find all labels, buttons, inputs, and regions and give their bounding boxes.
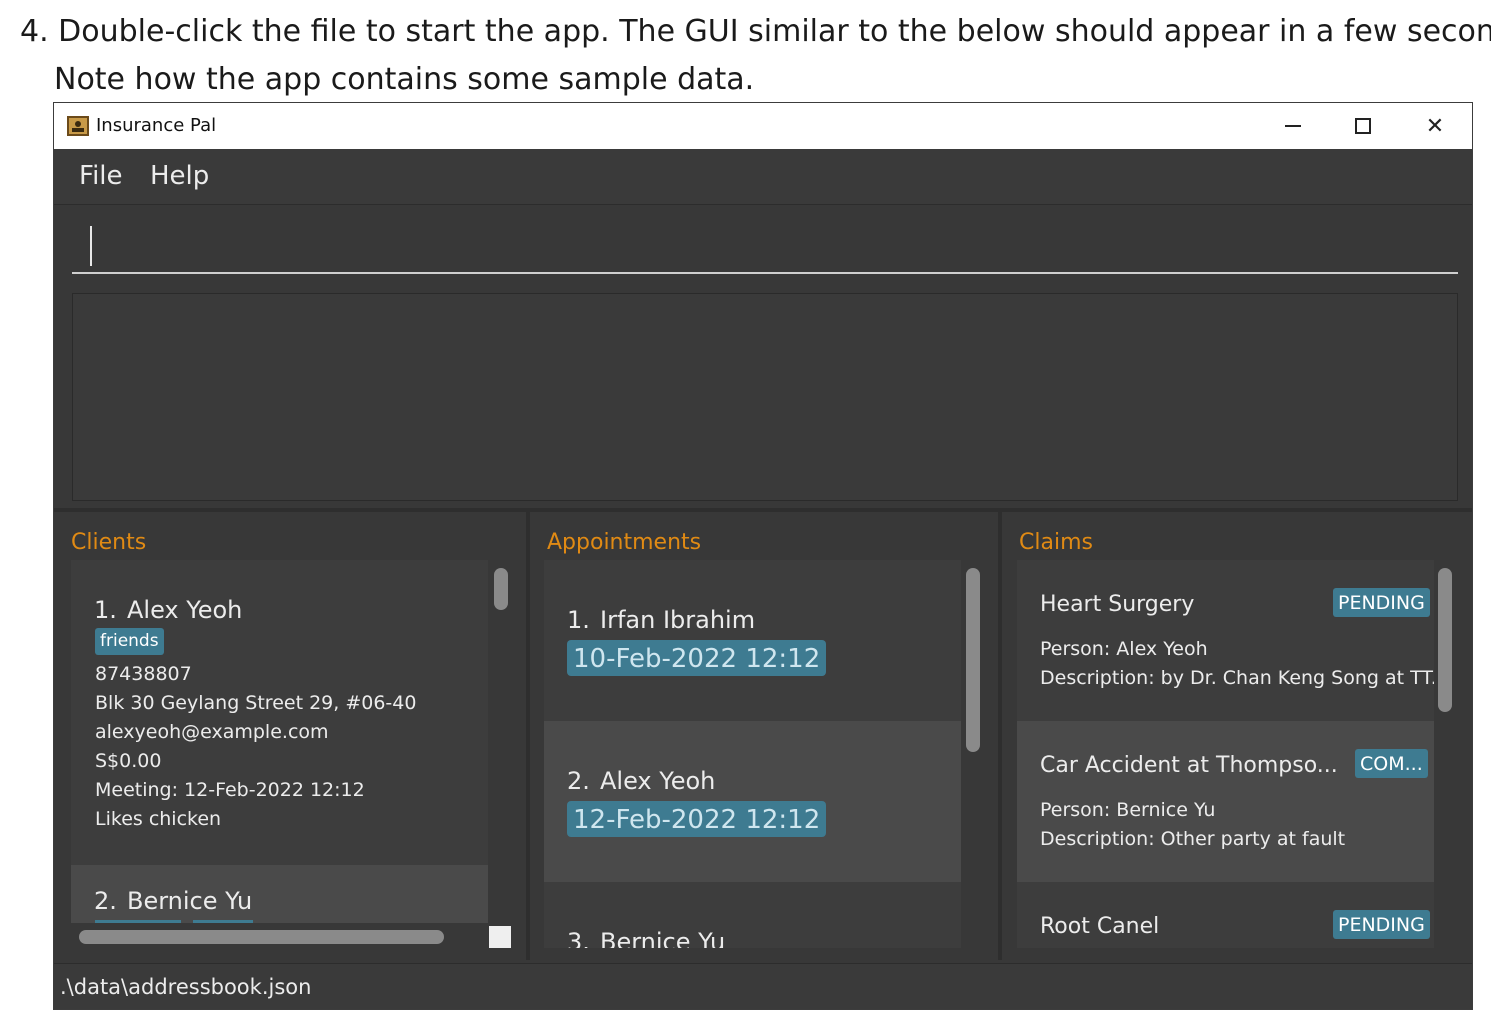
command-box bbox=[54, 206, 1472, 282]
claim-title: Heart Surgery bbox=[1040, 592, 1195, 617]
client-name: Bernice Yu bbox=[127, 887, 253, 915]
appointments-list[interactable]: 1. Irfan Ibrahim 10-Feb-2022 12:12 2. Al… bbox=[544, 560, 961, 948]
status-bar: .\data\addressbook.json bbox=[54, 963, 1472, 1009]
client-tag: friends bbox=[95, 628, 164, 655]
appointments-panel: Appointments 1. Irfan Ibrahim 10-Feb-202… bbox=[530, 512, 998, 960]
result-display bbox=[72, 293, 1458, 501]
client-index: 1. bbox=[94, 596, 117, 624]
minimize-button[interactable] bbox=[1258, 103, 1328, 149]
claim-card[interactable]: Heart Surgery PENDING Person: Alex Yeoh … bbox=[1017, 560, 1434, 721]
appointment-card[interactable]: 2. Alex Yeoh 12-Feb-2022 12:12 bbox=[544, 721, 961, 882]
claim-description: Description: by Dr. Chan Keng Song at TT… bbox=[1040, 667, 1434, 689]
appointment-index: 1. bbox=[567, 606, 590, 634]
appointment-card[interactable]: 1. Irfan Ibrahim 10-Feb-2022 12:12 bbox=[544, 560, 961, 721]
appointments-header: Appointments bbox=[547, 530, 702, 555]
claim-status-badge: PENDING bbox=[1333, 588, 1430, 617]
claim-status-badge: COM... bbox=[1355, 749, 1428, 778]
claim-status-badge: PENDING bbox=[1333, 910, 1430, 939]
clients-scrollbar-vertical[interactable] bbox=[494, 568, 508, 610]
clients-scrollbar-horizontal[interactable] bbox=[79, 930, 444, 944]
claim-person: Person: Alex Yeoh bbox=[1040, 638, 1208, 660]
appointment-name: Alex Yeoh bbox=[600, 767, 716, 795]
window-title: Insurance Pal bbox=[96, 115, 217, 136]
close-icon: ✕ bbox=[1425, 113, 1445, 139]
client-tag bbox=[95, 920, 181, 923]
claim-title: Root Canel bbox=[1040, 914, 1160, 939]
claim-description: Description: Other party at fault bbox=[1040, 828, 1346, 850]
address-book-icon bbox=[67, 116, 89, 136]
menu-file[interactable]: File bbox=[79, 161, 123, 191]
appointment-index: 3. bbox=[567, 928, 590, 948]
title-bar[interactable]: Insurance Pal ✕ bbox=[54, 103, 1472, 149]
client-name: Alex Yeoh bbox=[127, 596, 243, 624]
clients-list[interactable]: 1. Alex Yeoh friends 87438807 Blk 30 Gey… bbox=[71, 560, 488, 923]
claims-panel: Claims Heart Surgery PENDING Person: Ale… bbox=[1002, 512, 1472, 960]
claim-title: Car Accident at Thompso... bbox=[1040, 753, 1338, 778]
client-card[interactable]: 2. Bernice Yu bbox=[71, 865, 488, 923]
clients-header: Clients bbox=[71, 530, 147, 555]
appointment-name: Irfan Ibrahim bbox=[600, 606, 756, 634]
command-input[interactable] bbox=[72, 216, 1458, 274]
scroll-corner bbox=[489, 926, 511, 948]
claims-scrollbar-vertical[interactable] bbox=[1438, 568, 1452, 712]
client-meeting: Meeting: 12-Feb-2022 12:12 bbox=[95, 779, 365, 801]
text-caret bbox=[90, 226, 92, 266]
close-button[interactable]: ✕ bbox=[1400, 103, 1470, 149]
client-note: Likes chicken bbox=[95, 808, 222, 830]
claims-header: Claims bbox=[1019, 530, 1093, 555]
appointments-scrollbar-vertical[interactable] bbox=[966, 568, 980, 752]
claim-card[interactable]: Car Accident at Thompso... COM... Person… bbox=[1017, 721, 1434, 882]
instruction-line-2: Note how the app contains some sample da… bbox=[54, 62, 755, 97]
claim-person: Person: Bernice Yu bbox=[1040, 799, 1216, 821]
menu-help[interactable]: Help bbox=[150, 161, 209, 191]
minimize-icon bbox=[1285, 125, 1301, 127]
client-address: Blk 30 Geylang Street 29, #06-40 bbox=[95, 692, 417, 714]
instruction-line-1: 4. Double-click the file to start the ap… bbox=[20, 14, 1491, 49]
app-window: Insurance Pal ✕ File Help Clients 1. Ale… bbox=[53, 102, 1473, 1010]
client-amount: S$0.00 bbox=[95, 750, 162, 772]
data-file-path: .\data\addressbook.json bbox=[60, 975, 312, 999]
client-index: 2. bbox=[94, 887, 117, 915]
client-phone: 87438807 bbox=[95, 663, 192, 685]
appointment-card[interactable]: 3. Bernice Yu bbox=[544, 882, 961, 948]
client-tag bbox=[193, 920, 253, 923]
claim-card[interactable]: Root Canel PENDING bbox=[1017, 882, 1434, 948]
appointment-datetime: 12-Feb-2022 12:12 bbox=[567, 801, 827, 837]
maximize-icon bbox=[1355, 118, 1371, 134]
clients-panel: Clients 1. Alex Yeoh friends 87438807 Bl… bbox=[54, 512, 526, 960]
claims-list[interactable]: Heart Surgery PENDING Person: Alex Yeoh … bbox=[1017, 560, 1434, 948]
appointment-index: 2. bbox=[567, 767, 590, 795]
appointment-name: Bernice Yu bbox=[600, 928, 726, 948]
client-email: alexyeoh@example.com bbox=[95, 721, 329, 743]
maximize-button[interactable] bbox=[1328, 103, 1398, 149]
menu-bar: File Help bbox=[54, 149, 1472, 205]
client-card[interactable]: 1. Alex Yeoh friends 87438807 Blk 30 Gey… bbox=[71, 560, 488, 865]
appointment-datetime: 10-Feb-2022 12:12 bbox=[567, 640, 827, 676]
